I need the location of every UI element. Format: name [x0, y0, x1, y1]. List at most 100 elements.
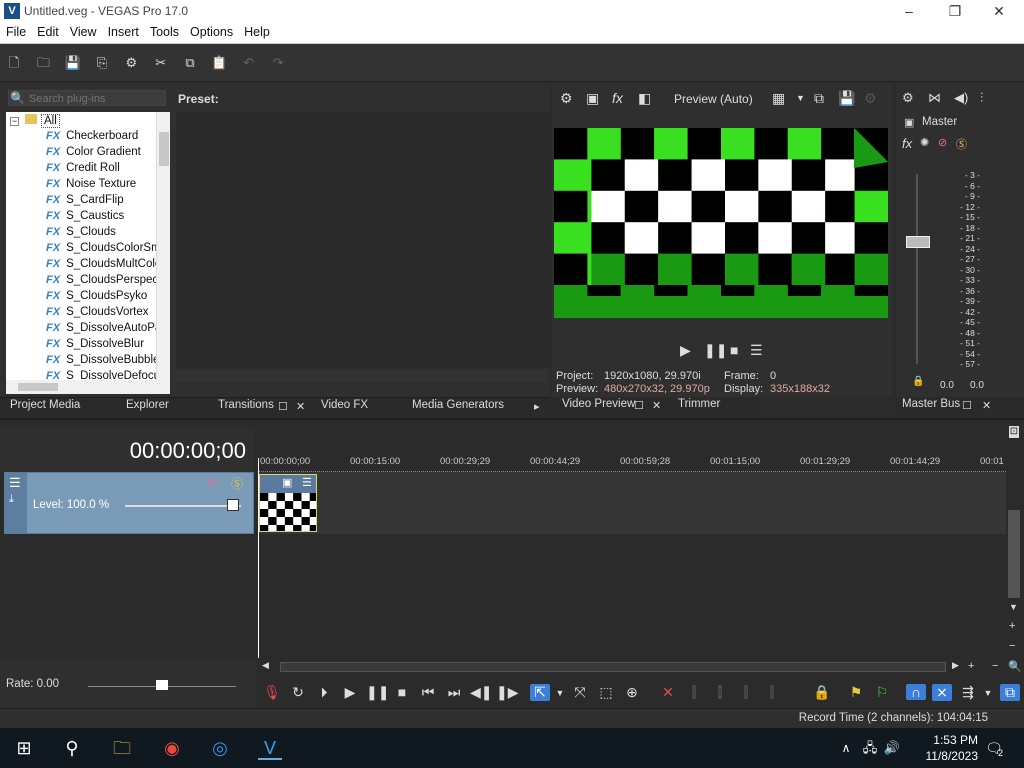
track-level-slider[interactable] [125, 505, 241, 507]
mixer-faders-icon[interactable]: ⫶ [980, 90, 983, 106]
tab-transitions[interactable]: Transitions [218, 399, 274, 411]
mixer-settings-gear-icon[interactable]: ⚙ [902, 90, 914, 106]
solo-icon[interactable]: Ⓢ [956, 136, 967, 152]
chrome-icon[interactable]: ◉ [160, 736, 184, 760]
go-to-start-icon[interactable]: ⏮ [418, 684, 438, 701]
video-track-header[interactable]: ☰ ⤓ ⊘ Ⓢ Level: 100.0 % [4, 472, 254, 534]
insert-region-icon[interactable]: ⚐ [872, 684, 892, 701]
menu-options[interactable]: Options [184, 22, 238, 39]
video-track-lane[interactable]: ▣ ☰ [258, 472, 1006, 534]
list-item[interactable]: FX S_CardFlip [46, 194, 124, 210]
list-item[interactable]: FX S_DissolveBlur [46, 338, 144, 354]
record-icon[interactable]: 🎙 [262, 684, 282, 701]
close-tab-icon[interactable]: ✕ [296, 400, 305, 413]
collapse-icon[interactable]: − [10, 117, 19, 126]
zoom-edit-tool-icon[interactable]: ⊕ [622, 684, 642, 701]
selection-tool-icon[interactable]: ⬚ [596, 684, 616, 701]
tab-scroll-right-icon[interactable]: ▸ [534, 400, 540, 413]
master-fx-icon[interactable]: fx [902, 136, 912, 151]
chevron-down-icon[interactable]: ▼ [978, 688, 998, 698]
windows-start-icon[interactable]: ⊞ [12, 736, 36, 760]
preset-scrollbar[interactable] [176, 370, 546, 382]
rate-slider-knob[interactable] [156, 680, 168, 690]
network-icon[interactable]: 🖧 [858, 736, 882, 760]
menu-icon[interactable]: ☰ [750, 342, 763, 359]
list-item[interactable]: FX Checkerboard [46, 130, 138, 146]
list-item[interactable]: FX S_CloudsPerspect [46, 274, 161, 290]
track-list-icon[interactable]: ⊡ [1009, 426, 1019, 438]
automation-icon[interactable]: ✺ [920, 136, 929, 149]
undock-icon[interactable]: ☐ [962, 399, 972, 412]
list-item[interactable]: FX S_CloudsColorSmo [46, 242, 167, 258]
auto-crossfade-icon[interactable]: ⨯ [932, 684, 952, 701]
tab-explorer[interactable]: Explorer [126, 399, 169, 411]
lock-icon[interactable]: 🔒 [912, 376, 924, 387]
menu-file[interactable]: File [0, 22, 31, 39]
delete-icon[interactable]: ✕ [658, 684, 678, 701]
tab-project-media[interactable]: Project Media [10, 399, 80, 411]
menu-tools[interactable]: Tools [144, 22, 184, 39]
menu-help[interactable]: Help [238, 22, 275, 39]
scroll-down-icon[interactable]: ▼ [1009, 602, 1018, 612]
menu-edit[interactable]: Edit [31, 22, 64, 39]
envelope-tool-icon[interactable]: ⤧ [570, 684, 590, 701]
dim-output-icon[interactable]: ◀) [954, 90, 968, 106]
undo-icon[interactable]: ↶ [239, 53, 259, 73]
track-menu-icon[interactable]: ☰ [9, 475, 21, 491]
stop-icon[interactable]: ■ [392, 684, 412, 700]
downmix-icon[interactable]: ⋈ [928, 90, 941, 106]
playhead[interactable] [258, 458, 259, 658]
maximize-button[interactable]: ❐ [932, 0, 978, 22]
cut-icon[interactable]: ✂ [151, 53, 171, 73]
redo-icon[interactable]: ↷ [268, 53, 288, 73]
zoom-in-icon[interactable]: + [968, 660, 974, 672]
timeline-ruler[interactable]: 00:00:00;00 00:00:15:00 00:00:29;29 00:0… [258, 448, 1006, 472]
tab-media-generators[interactable]: Media Generators [412, 399, 504, 411]
preview-quality-dropdown[interactable]: Preview (Auto) [674, 92, 753, 106]
preview-settings-gear-icon[interactable]: ⚙ [560, 90, 573, 107]
volume-icon[interactable]: 🔊 [880, 736, 904, 760]
chevron-down-icon[interactable]: ▼ [796, 93, 805, 103]
open-folder-icon[interactable]: 🗀 [33, 53, 53, 73]
event-fx-icon[interactable]: ▣ [282, 476, 292, 489]
list-item[interactable]: FX Credit Roll [46, 162, 120, 178]
search-icon[interactable]: ⚲ [60, 736, 84, 760]
minimize-button[interactable]: – [886, 0, 932, 22]
timeline-horizontal-scrollbar[interactable]: ◀ ▶ [258, 660, 959, 674]
undock-icon[interactable]: ☐ [634, 399, 644, 412]
overlays-grid-icon[interactable]: ▦ [772, 90, 785, 107]
file-explorer-icon[interactable]: 🗀 [110, 736, 134, 760]
list-item[interactable]: FX S_DissolveDefocu [46, 370, 160, 380]
pause-icon[interactable]: ❚❚ [704, 342, 727, 359]
split-screen-icon[interactable]: ◧ [638, 90, 651, 107]
save-icon[interactable]: 💾 [63, 53, 83, 73]
mute-icon[interactable]: ⊘ [938, 136, 947, 149]
system-clock[interactable]: 1:53 PM 11/8/2023 [926, 732, 979, 764]
track-level-knob[interactable] [227, 499, 239, 511]
list-item[interactable]: FX S_DissolveBubble [46, 354, 159, 370]
close-tab-icon[interactable]: ✕ [982, 399, 991, 412]
zoom-tool-icon[interactable]: 🔍 [1008, 660, 1022, 673]
play-icon[interactable]: ▶ [680, 342, 691, 359]
zoom-out-vertical-icon[interactable]: − [1009, 640, 1015, 652]
plugin-search-box[interactable] [8, 90, 166, 106]
scroll-thumb[interactable] [18, 383, 58, 391]
ripple-edit-icon[interactable]: ⇶ [958, 684, 978, 701]
list-item[interactable]: FX S_Caustics [46, 210, 124, 226]
save-snapshot-icon[interactable]: 💾 [838, 90, 855, 107]
master-fader-knob[interactable] [906, 236, 930, 248]
copy-icon[interactable]: ⧉ [180, 53, 200, 73]
scroll-right-icon[interactable]: ▶ [952, 660, 959, 671]
master-fader-track[interactable] [916, 174, 918, 364]
list-item[interactable]: FX S_CloudsMultColo [46, 258, 161, 274]
browser-icon[interactable]: ◎ [208, 736, 232, 760]
next-frame-icon[interactable]: ❚▶ [496, 684, 519, 701]
tab-video-fx[interactable]: Video FX [321, 399, 368, 411]
scroll-thumb[interactable] [280, 662, 946, 672]
lock-events-icon[interactable]: 🔒 [812, 684, 832, 701]
paste-icon[interactable]: 📋 [209, 53, 229, 73]
play-icon[interactable]: ▶ [340, 684, 360, 701]
clip-menu-icon[interactable]: ☰ [302, 476, 312, 489]
snapping-icon[interactable]: ∩ [906, 684, 926, 700]
list-item[interactable]: FX S_CloudsVortex [46, 306, 149, 322]
